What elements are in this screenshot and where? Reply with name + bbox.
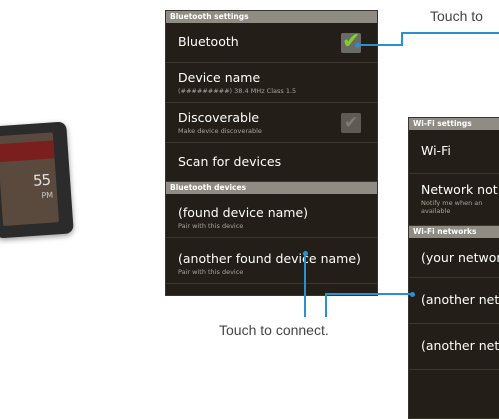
device-name-label: Device name bbox=[178, 70, 261, 85]
your-network-row[interactable]: (your networ bbox=[409, 238, 499, 278]
another-network-label-2: (another net bbox=[421, 338, 499, 353]
wifi-networks-header: Wi-Fi networks bbox=[409, 226, 499, 238]
network-notification-subtext-2: available bbox=[421, 207, 451, 215]
network-notification-row[interactable]: Network not Notify me when an available bbox=[409, 174, 499, 226]
network-notification-subtext: Notify me when an bbox=[421, 199, 483, 207]
bluetooth-settings-panel: Bluetooth settings Bluetooth ✔ Device na… bbox=[165, 10, 378, 296]
callout-line-network-v bbox=[325, 293, 327, 317]
wifi-label: Wi-Fi bbox=[421, 143, 451, 158]
bluetooth-devices-header: Bluetooth devices bbox=[166, 182, 377, 194]
found-device-subtext: Pair with this device bbox=[178, 222, 244, 230]
bluetooth-settings-header: Bluetooth settings bbox=[166, 11, 377, 23]
discoverable-subtext: Make device discoverable bbox=[178, 127, 262, 135]
callout-dot-network bbox=[410, 292, 415, 297]
found-device-row[interactable]: (found device name) Pair with this devic… bbox=[166, 194, 377, 238]
device-name-row[interactable]: Device name (#########) 38.4 MHz Class 1… bbox=[166, 63, 377, 103]
callout-line-bluetooth-h bbox=[358, 44, 402, 46]
scan-for-devices-row[interactable]: Scan for devices bbox=[166, 143, 377, 182]
wifi-settings-panel: Wi-Fi settings Wi-Fi Network not Notify … bbox=[408, 117, 499, 419]
your-network-label: (your networ bbox=[421, 250, 499, 265]
callout-line-bluetooth-top bbox=[401, 32, 499, 34]
wifi-settings-header: Wi-Fi settings bbox=[409, 118, 499, 130]
callout-line-bluetooth-v bbox=[401, 32, 403, 46]
another-found-device-subtext: Pair with this device bbox=[178, 268, 244, 276]
device-name-subtext: (#########) 38.4 MHz Class 1.5 bbox=[178, 87, 297, 95]
network-notification-label: Network not bbox=[421, 182, 498, 197]
tablet-device-image: 55 PM bbox=[0, 121, 74, 239]
touch-to-callout: Touch to bbox=[430, 8, 483, 24]
wifi-toggle-row[interactable]: Wi-Fi bbox=[409, 130, 499, 174]
another-found-device-label: (another found device name) bbox=[178, 251, 361, 266]
tablet-screen: 55 PM bbox=[0, 132, 60, 227]
scan-for-devices-label: Scan for devices bbox=[178, 154, 282, 169]
bluetooth-toggle-row[interactable]: Bluetooth ✔ bbox=[166, 23, 377, 63]
found-device-label: (found device name) bbox=[178, 205, 309, 220]
another-network-row-1[interactable]: (another net bbox=[409, 278, 499, 324]
bluetooth-label: Bluetooth bbox=[178, 34, 239, 49]
discoverable-label: Discoverable bbox=[178, 110, 260, 125]
another-network-label-1: (another net bbox=[421, 292, 499, 307]
touch-to-connect-callout: Touch to connect. bbox=[219, 322, 329, 338]
another-found-device-row[interactable]: (another found device name) Pair with th… bbox=[166, 238, 377, 284]
another-network-row-2[interactable]: (another net bbox=[409, 324, 499, 370]
tablet-clock: 55 bbox=[32, 170, 51, 190]
callout-line-device-v bbox=[304, 253, 306, 317]
discoverable-row[interactable]: Discoverable Make device discoverable ✔ bbox=[166, 103, 377, 143]
discoverable-checkbox[interactable]: ✔ bbox=[341, 113, 361, 133]
callout-line-network-h bbox=[325, 293, 413, 295]
tablet-screen-banner bbox=[0, 140, 55, 163]
tablet-clock-subtext: PM bbox=[41, 190, 54, 201]
checkmark-icon: ✔ bbox=[342, 29, 361, 54]
checkmark-icon: ✔ bbox=[344, 113, 359, 133]
